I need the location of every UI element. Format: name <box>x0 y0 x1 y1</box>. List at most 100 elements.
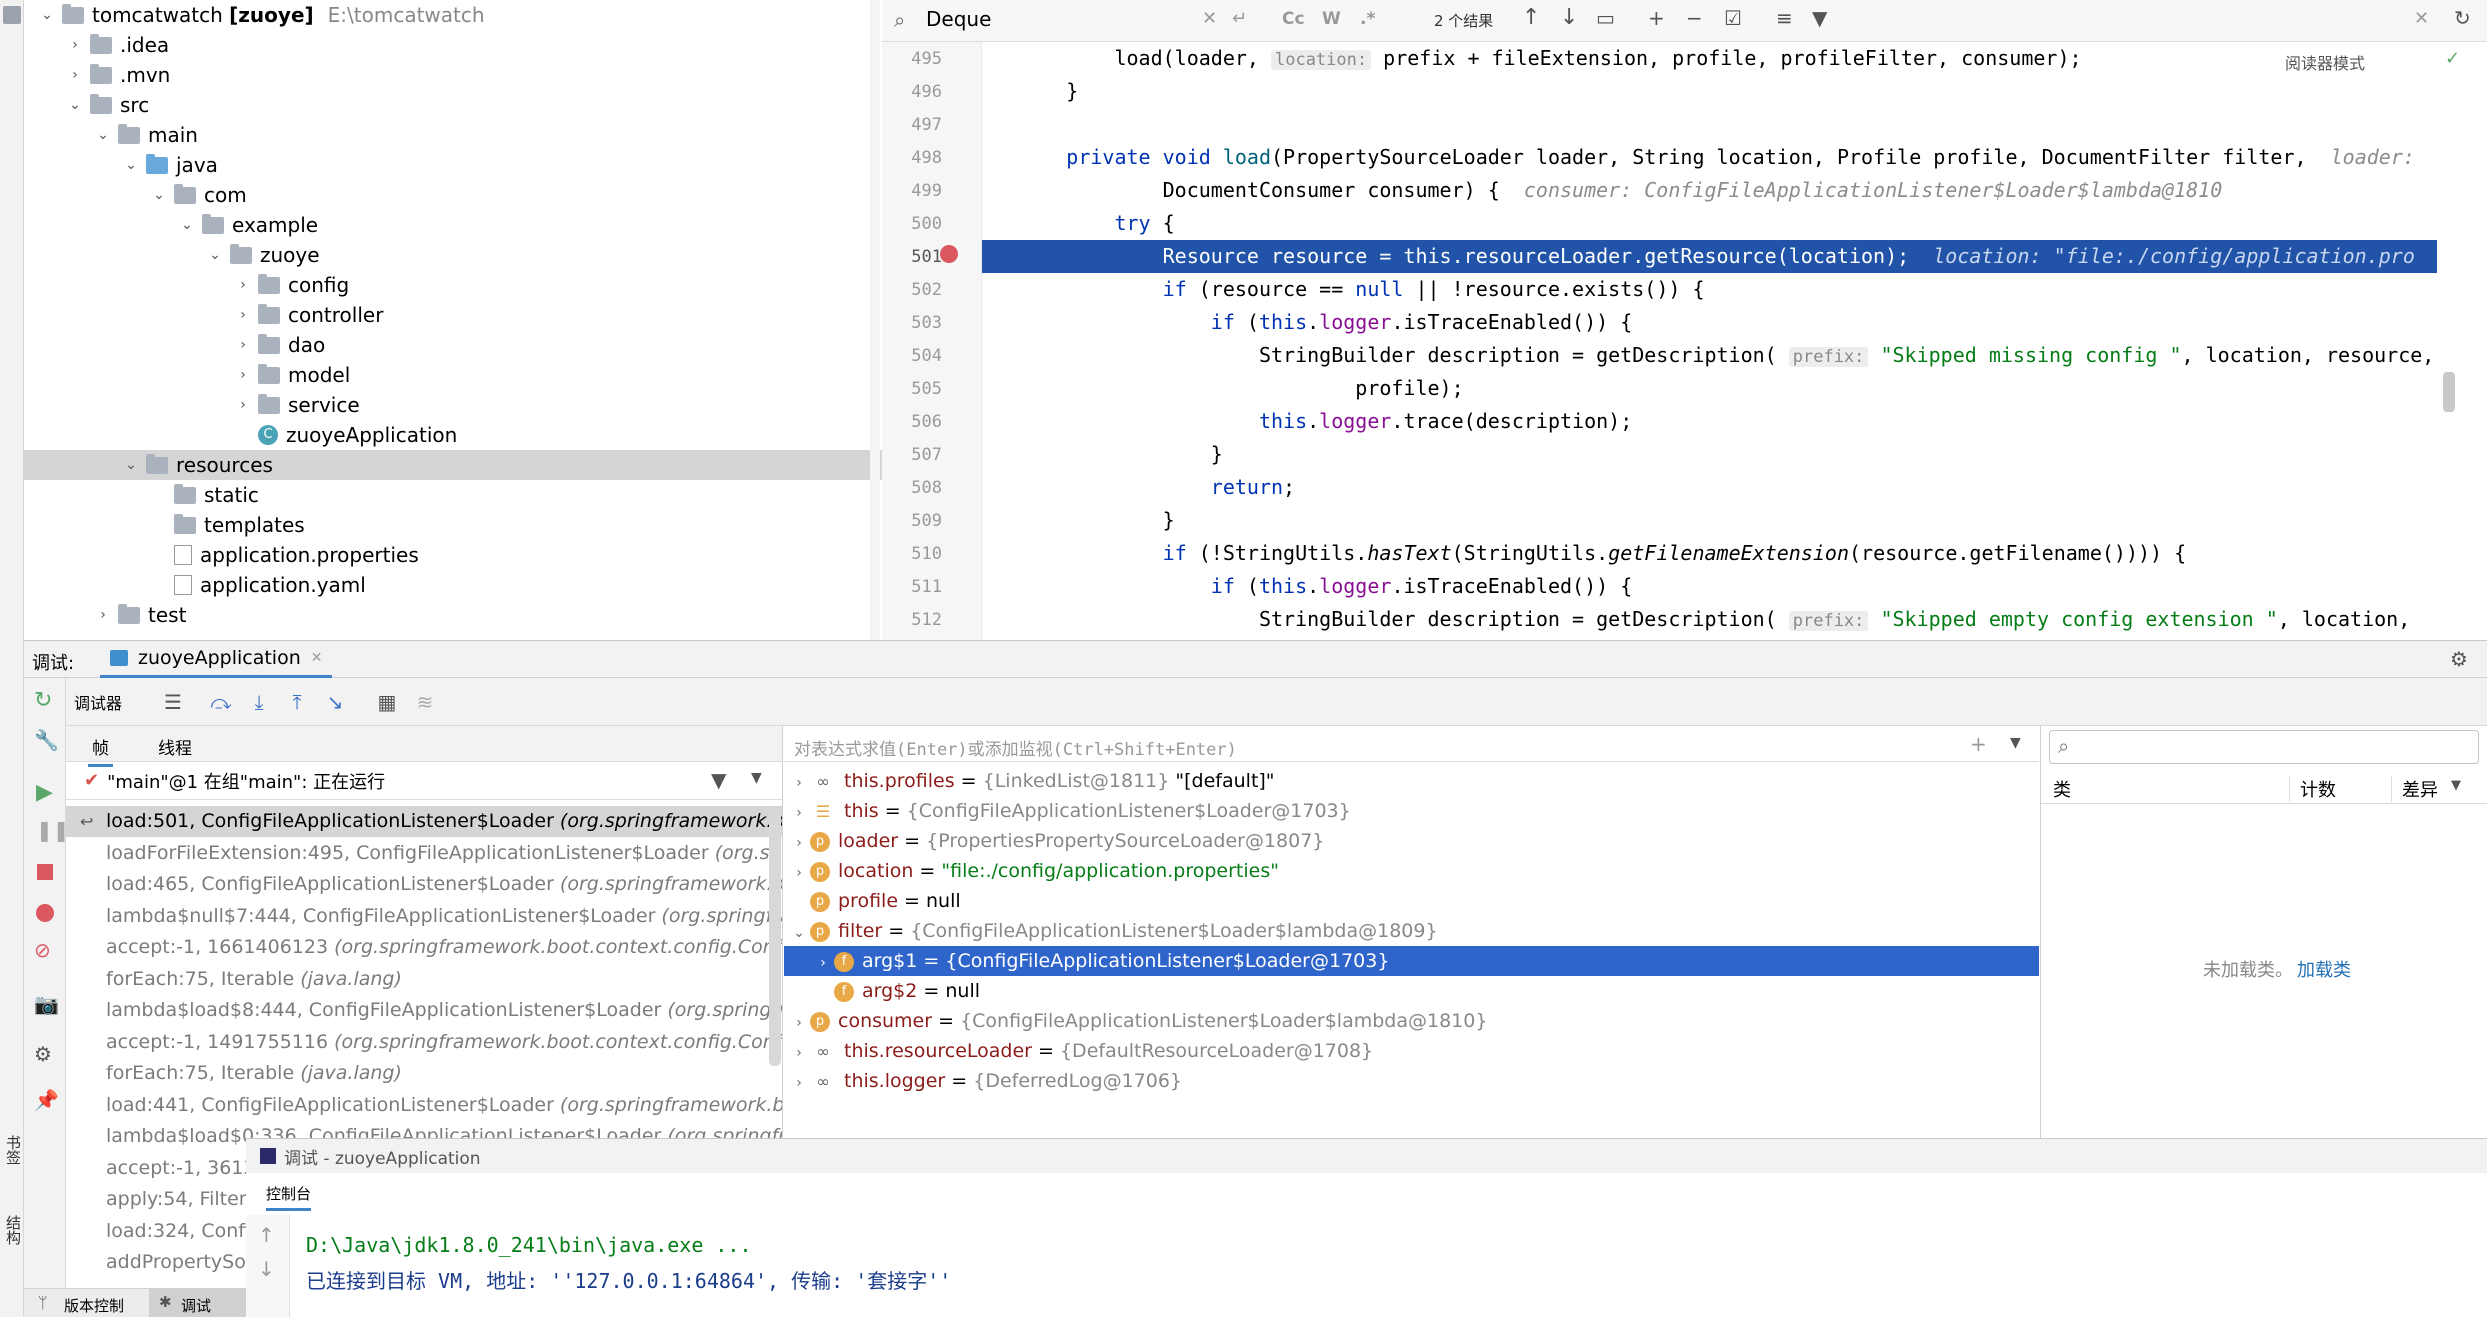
breakpoint-icon[interactable] <box>940 245 958 263</box>
select-all-icon[interactable]: ▭ <box>1596 6 1615 30</box>
tree-item[interactable]: › controller <box>24 300 882 330</box>
chevron-down-icon[interactable]: ▼ <box>2451 778 2461 793</box>
tree-item[interactable]: ⌄ java <box>24 150 882 180</box>
stack-frame[interactable]: load:465, ConfigFileApplicationListener$… <box>66 869 782 900</box>
chevron-right-icon[interactable]: › <box>234 277 252 293</box>
tree-item[interactable]: ⌄ src <box>24 90 882 120</box>
stack-frame[interactable]: loadForFileExtension:495, ConfigFileAppl… <box>66 838 782 869</box>
chevron-right-icon[interactable]: › <box>788 1008 810 1038</box>
chevron-down-icon[interactable]: ⌄ <box>122 157 140 173</box>
tree-root[interactable]: ⌄ tomcatwatch [zuoye] E:\tomcatwatch <box>24 0 882 30</box>
chevron-right-icon[interactable]: › <box>812 948 834 978</box>
rerun-icon[interactable]: ↻ <box>34 688 52 713</box>
tree-item[interactable]: ⌄ zuoye <box>24 240 882 270</box>
session-tab[interactable]: zuoyeApplication ✕ <box>100 641 333 678</box>
mute-breakpoints-icon[interactable]: ⊘ <box>34 938 51 962</box>
thread-selector[interactable]: ✔ "main"@1 在组"main": 正在运行 ▼ ▼ <box>66 762 782 800</box>
chevron-down-icon[interactable]: ⌄ <box>206 247 224 263</box>
scroll-up-icon[interactable]: ↑ <box>258 1223 275 1247</box>
chevron-right-icon[interactable]: › <box>788 858 810 888</box>
refresh-icon[interactable]: ↻ <box>2454 6 2471 30</box>
chevron-right-icon[interactable]: › <box>788 1068 810 1098</box>
chevron-down-icon[interactable]: ⌄ <box>66 97 84 113</box>
select-occurrences-icon[interactable]: ☑ <box>1724 6 1742 30</box>
tree-item[interactable]: application.yaml <box>24 570 882 600</box>
chevron-down-icon[interactable]: ▼ <box>2010 735 2021 751</box>
stop-icon[interactable] <box>37 864 53 880</box>
prev-match-icon[interactable]: ↑ <box>1522 5 1540 30</box>
col-count[interactable]: 计数 <box>2289 776 2336 802</box>
new-line-icon[interactable]: ↵ <box>1232 8 1247 29</box>
tree-item[interactable]: ⌄ com <box>24 180 882 210</box>
load-classes-link[interactable]: 加载类 <box>2297 956 2351 982</box>
chevron-down-icon[interactable]: ⌄ <box>788 918 810 948</box>
add-occurrence-icon[interactable]: + <box>1648 6 1665 30</box>
evaluate-expression-input[interactable]: 对表达式求值(Enter)或添加监视(Ctrl+Shift+Enter) + ▼ <box>784 726 2039 762</box>
variable-row[interactable]: ⌄ p filter = {ConfigFileApplicationListene… <box>784 916 2039 946</box>
scroll-down-icon[interactable]: ↓ <box>258 1257 275 1281</box>
chevron-right-icon[interactable]: › <box>788 768 810 798</box>
match-case-toggle[interactable]: Cc <box>1282 9 1305 29</box>
col-diff[interactable]: 差异 <box>2391 776 2438 802</box>
reader-mode-label[interactable]: 阅读器模式 <box>2285 50 2365 74</box>
remove-occurrence-icon[interactable]: − <box>1686 6 1703 30</box>
vcs-tab[interactable]: 版本控制 <box>64 1295 124 1316</box>
step-out-icon[interactable]: ⤒ <box>282 687 312 717</box>
step-over-icon[interactable]: ⤼ <box>206 687 236 717</box>
stack-frame[interactable]: ↩ load:501, ConfigFileApplicationListener… <box>66 806 782 837</box>
clear-icon[interactable]: ✕ <box>1202 8 1217 29</box>
variable-row[interactable]: › ∞ this.logger = {DeferredLog@1706} <box>784 1066 2039 1096</box>
stack-frame[interactable]: accept:-1, 1491755116 (org.springframewo… <box>66 1027 782 1058</box>
bookmarks-tool-tab[interactable]: 书签 <box>0 1120 24 1180</box>
chevron-right-icon[interactable]: › <box>66 67 84 83</box>
camera-icon[interactable]: 📷 <box>34 992 59 1016</box>
filter-icon[interactable]: ▼ <box>1812 6 1827 30</box>
debug-tab[interactable]: ✱ 调试 <box>149 1289 246 1317</box>
chevron-right-icon[interactable]: › <box>234 307 252 323</box>
frames-scrollbar[interactable] <box>769 806 781 1066</box>
tree-item[interactable]: › test <box>24 600 882 630</box>
tree-item[interactable]: CzuoyeApplication <box>24 420 882 450</box>
stack-frame[interactable]: forEach:75, Iterable (java.lang) <box>66 964 782 995</box>
tree-scrollbar[interactable] <box>870 0 880 640</box>
debugger-tab[interactable]: 调试器 <box>74 690 122 714</box>
resume-icon[interactable]: ▶ <box>36 780 53 805</box>
variable-row[interactable]: › p consumer = {ConfigFileApplicationListe… <box>784 1006 2039 1036</box>
tree-item[interactable]: › service <box>24 390 882 420</box>
tree-item[interactable]: › .idea <box>24 30 882 60</box>
chevron-right-icon[interactable]: › <box>66 37 84 53</box>
pin-icon[interactable]: 📌 <box>34 1088 59 1112</box>
code-editor[interactable]: load(loader, location: prefix + fileExte… <box>982 42 2437 640</box>
settings-gear-icon[interactable]: ⚙ <box>2450 647 2468 671</box>
chevron-down-icon[interactable]: ⌄ <box>150 187 168 203</box>
chevron-down-icon[interactable]: ▼ <box>751 770 762 786</box>
variable-row[interactable]: › f arg$1 = {ConfigFileApplicationListener… <box>784 946 2039 978</box>
stack-frame[interactable]: load:441, ConfigFileApplicationListener$… <box>66 1090 782 1121</box>
chevron-right-icon[interactable]: › <box>94 607 112 623</box>
settings-icon[interactable]: ⚙ <box>34 1042 52 1066</box>
col-class[interactable]: 类 <box>2053 776 2071 802</box>
view-breakpoints-icon[interactable] <box>36 904 54 922</box>
chevron-right-icon[interactable]: › <box>788 828 810 858</box>
tree-item[interactable]: › model <box>24 360 882 390</box>
chevron-right-icon[interactable]: › <box>788 798 810 828</box>
add-watch-icon[interactable]: + <box>1970 732 1987 756</box>
chevron-right-icon[interactable]: › <box>788 1038 810 1068</box>
tree-item[interactable]: static <box>24 480 882 510</box>
filter-icon[interactable]: ▼ <box>711 768 726 792</box>
search-input[interactable]: Deque <box>926 7 991 31</box>
structure-tool-tab[interactable]: 结构 <box>0 1200 24 1260</box>
tree-item[interactable]: › dao <box>24 330 882 360</box>
regex-toggle[interactable]: .* <box>1360 9 1375 29</box>
wrench-icon[interactable]: 🔧 <box>34 728 59 752</box>
tab-threads[interactable]: 线程 <box>158 734 192 759</box>
tree-item[interactable]: application.properties <box>24 540 882 570</box>
close-find-icon[interactable]: ✕ <box>2414 8 2429 29</box>
multiline-icon[interactable]: ≡ <box>1776 6 1793 30</box>
chevron-right-icon[interactable]: › <box>234 337 252 353</box>
tree-item[interactable]: › .mvn <box>24 60 882 90</box>
tree-item[interactable]: › config <box>24 270 882 300</box>
variable-row[interactable]: › p loader = {PropertiesPropertySourceLoad… <box>784 826 2039 856</box>
tree-item[interactable]: ⌄ resources <box>24 450 882 480</box>
class-search-input[interactable]: ⌕ <box>2049 730 2479 764</box>
